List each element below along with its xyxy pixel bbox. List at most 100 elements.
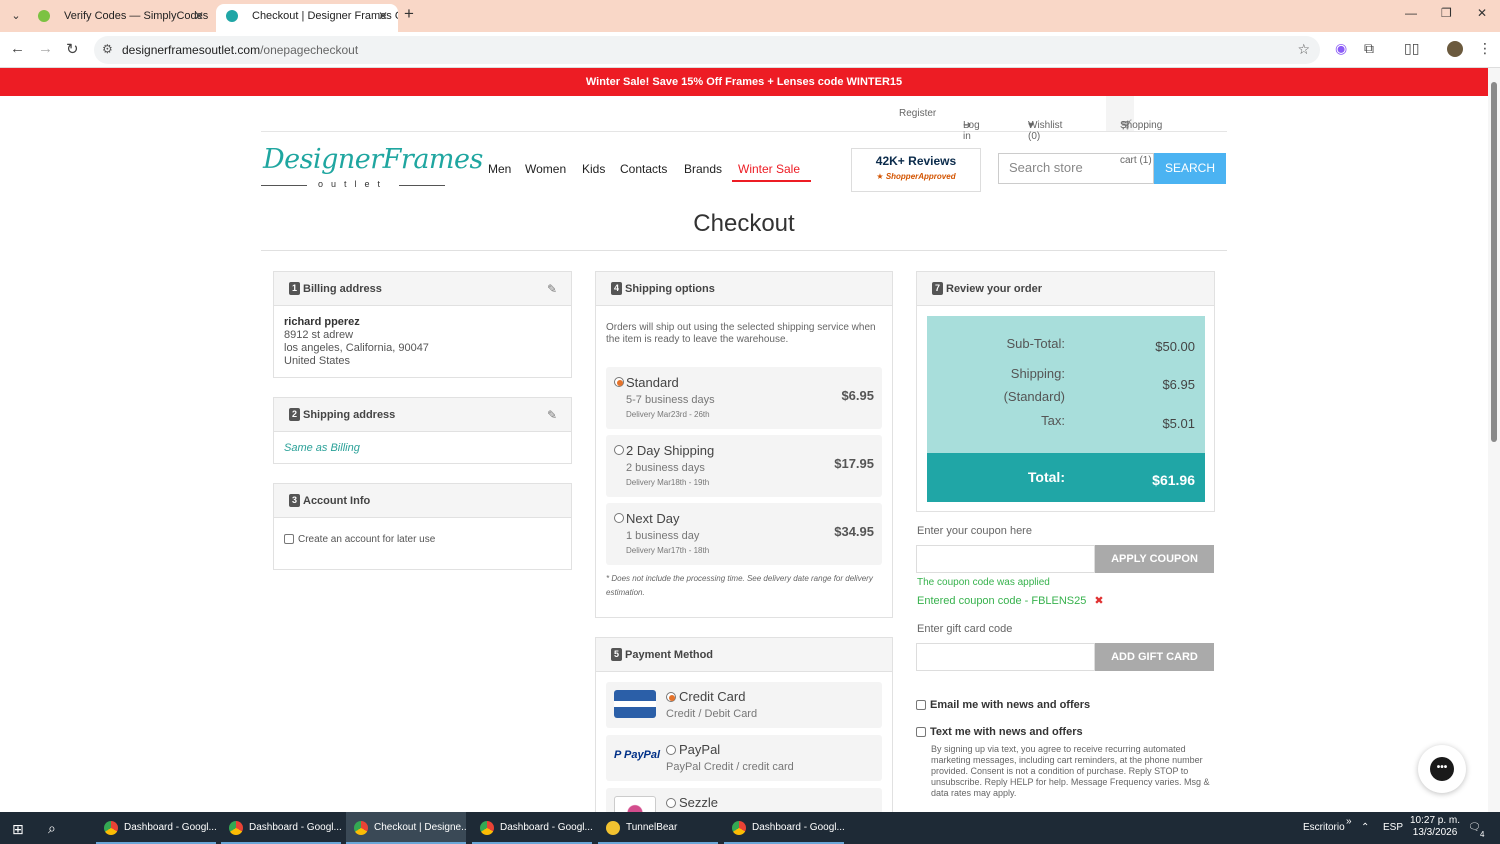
desktop-toolbar-label[interactable]: Escritorio — [1303, 822, 1345, 833]
minimize-icon[interactable]: — — [1405, 6, 1417, 20]
payment-sezzle[interactable]: Sezzle — [606, 788, 882, 824]
site-logo[interactable]: DesignerFrames outlet — [261, 142, 483, 194]
payment-credit-card[interactable]: Credit Card Credit / Debit Card — [606, 682, 882, 728]
reading-list-icon[interactable]: ▯▯ — [1404, 40, 1419, 57]
reload-icon[interactable]: ↻ — [66, 40, 79, 58]
edit-icon[interactable]: ✎ — [547, 272, 557, 306]
tab-search-chevron-icon[interactable]: ⌄ — [6, 6, 26, 26]
payment-radio[interactable] — [666, 692, 676, 702]
taskbar-item[interactable]: Dashboard - Googl... — [724, 812, 844, 844]
forward-arrow-icon[interactable]: → — [38, 40, 53, 57]
browser-tab-checkout[interactable]: Checkout | Designer Frames Ou ✕ — [216, 4, 398, 32]
nav-contacts[interactable]: Contacts — [620, 162, 667, 176]
subtotal-value: $50.00 — [1155, 339, 1195, 354]
text-optin-row[interactable]: Text me with news and offers — [916, 726, 1083, 738]
page-title: Checkout — [693, 210, 795, 237]
input-language[interactable]: ESP — [1383, 822, 1403, 833]
browser-toolbar: ← → ↻ ⚙ designerframesoutlet.com/onepage… — [0, 32, 1500, 68]
site-settings-icon[interactable]: ⚙ — [102, 42, 113, 56]
text-optin-checkbox[interactable] — [916, 727, 926, 738]
scrollbar-thumb[interactable] — [1491, 82, 1497, 442]
back-arrow-icon[interactable]: ← — [10, 40, 25, 57]
taskbar-clock[interactable]: 10:27 p. m. 13/3/2026 — [1410, 815, 1460, 839]
browser-menu-icon[interactable]: ⋮ — [1478, 40, 1492, 57]
payment-radio[interactable] — [666, 798, 676, 808]
profile-avatar[interactable] — [1447, 41, 1463, 57]
restore-icon[interactable]: ❐ — [1441, 6, 1452, 20]
browser-tab-simplycodes[interactable]: Verify Codes — SimplyCodes ✕ — [28, 4, 214, 32]
chrome-icon — [104, 821, 118, 835]
coupon-input[interactable] — [916, 545, 1095, 573]
edit-icon[interactable]: ✎ — [547, 398, 557, 432]
search-input[interactable]: Search store — [998, 153, 1154, 184]
windows-start-icon[interactable]: ⊞ — [12, 821, 24, 838]
shipping-option-standard[interactable]: Standard 5-7 business days Delivery Mar2… — [606, 367, 882, 429]
step-number: 2 — [289, 407, 300, 421]
taskbar-search-icon[interactable]: ⌕ — [48, 820, 56, 837]
search-button[interactable]: SEARCH — [1154, 153, 1226, 184]
taskbar-item-tunnelbear[interactable]: TunnelBear — [598, 812, 718, 844]
add-gift-card-button[interactable]: ADD GIFT CARD — [1095, 643, 1214, 671]
option-days: 2 business days — [626, 462, 705, 474]
payment-radio[interactable] — [666, 745, 676, 755]
shipping-option-next-day[interactable]: Next Day 1 business day Delivery Mar17th… — [606, 503, 882, 565]
sms-legal-text: By signing up via text, you agree to rec… — [931, 744, 1210, 798]
coupon-applied-message: The coupon code was applied — [917, 577, 1050, 588]
taskbar-item-active[interactable]: Checkout | Designe... — [346, 812, 466, 844]
chat-widget-button[interactable]: ••• — [1418, 745, 1466, 793]
email-optin-row[interactable]: Email me with news and offers — [916, 699, 1090, 711]
billing-header: 1 Billing address ✎ — [274, 272, 571, 306]
page-scrollbar[interactable] — [1488, 68, 1500, 812]
promo-banner[interactable]: Winter Sale! Save 15% Off Frames + Lense… — [0, 68, 1488, 96]
step-number: 5 — [611, 647, 622, 661]
option-name: Standard — [626, 375, 679, 390]
shipping-radio[interactable] — [614, 445, 624, 455]
create-account-row[interactable]: Create an account for later use — [274, 518, 571, 561]
notifications-icon[interactable]: 🗨︎ — [1468, 822, 1481, 833]
toolbar-overflow-icon[interactable]: » — [1346, 816, 1352, 827]
divider — [261, 250, 1227, 251]
shopper-approved-logo: ★ ShopperApproved — [876, 172, 956, 181]
close-tab-icon[interactable]: ✕ — [194, 4, 204, 28]
logo-wordmark: DesignerFrames — [263, 144, 483, 175]
nav-women[interactable]: Women — [525, 162, 566, 176]
account-header: 3 Account Info — [274, 484, 571, 518]
extension-icon[interactable]: ◉ — [1335, 40, 1347, 57]
review-header: 7 Review your order — [917, 272, 1214, 306]
tray-chevron-up-icon[interactable]: ⌃ — [1361, 822, 1369, 833]
email-optin-checkbox[interactable] — [916, 700, 926, 711]
step-number: 4 — [611, 281, 622, 295]
payment-name: PayPal — [679, 742, 721, 757]
taskbar-item[interactable]: Dashboard - Googl... — [472, 812, 592, 844]
account-info-panel: 3 Account Info Create an account for late… — [273, 483, 572, 570]
url-text: designerframesoutlet.com/onepagecheckout — [122, 43, 359, 57]
taskbar-item[interactable]: Dashboard - Googl... — [221, 812, 341, 844]
create-account-checkbox[interactable] — [284, 534, 294, 545]
star-icon: ★ — [876, 172, 884, 181]
payment-paypal[interactable]: P PayPal PayPal PayPal Credit / credit c… — [606, 735, 882, 781]
nav-brands[interactable]: Brands — [684, 162, 722, 176]
close-tab-icon[interactable]: ✕ — [378, 4, 388, 28]
extensions-puzzle-icon[interactable]: ⧉ — [1364, 40, 1374, 57]
new-tab-plus-icon[interactable]: + — [404, 4, 414, 24]
nav-kids[interactable]: Kids — [582, 162, 605, 176]
shipping-label: Shipping: — [1010, 366, 1065, 381]
apply-coupon-button[interactable]: APPLY COUPON — [1095, 545, 1214, 573]
bookmark-star-icon[interactable]: ☆ — [1297, 41, 1310, 58]
shipping-radio[interactable] — [614, 377, 624, 387]
nav-men[interactable]: Men — [488, 162, 511, 176]
register-link[interactable]: Register — [899, 108, 936, 119]
nav-winter-sale[interactable]: Winter Sale — [738, 162, 800, 176]
shopping-cart-link[interactable]: 🛒︎ Shopping cart (1) — [1106, 96, 1162, 166]
reviews-badge[interactable]: 42K+ Reviews ★ ShopperApproved — [851, 148, 981, 192]
shipping-radio[interactable] — [614, 513, 624, 523]
shipping-options-panel: 4 Shipping options Orders will ship out u… — [595, 271, 893, 618]
billing-street: 8912 st adrew — [284, 329, 354, 341]
shipping-option-2day[interactable]: 2 Day Shipping 2 business days Delivery … — [606, 435, 882, 497]
window-close-icon[interactable]: ✕ — [1477, 6, 1487, 20]
remove-coupon-icon[interactable]: ✖ — [1094, 595, 1103, 607]
address-bar[interactable]: ⚙ designerframesoutlet.com/onepagechecko… — [94, 36, 1320, 64]
gift-card-input[interactable] — [916, 643, 1095, 671]
taskbar-item[interactable]: Dashboard - Googl... — [96, 812, 216, 844]
shipping-value: $6.95 — [1162, 377, 1195, 392]
